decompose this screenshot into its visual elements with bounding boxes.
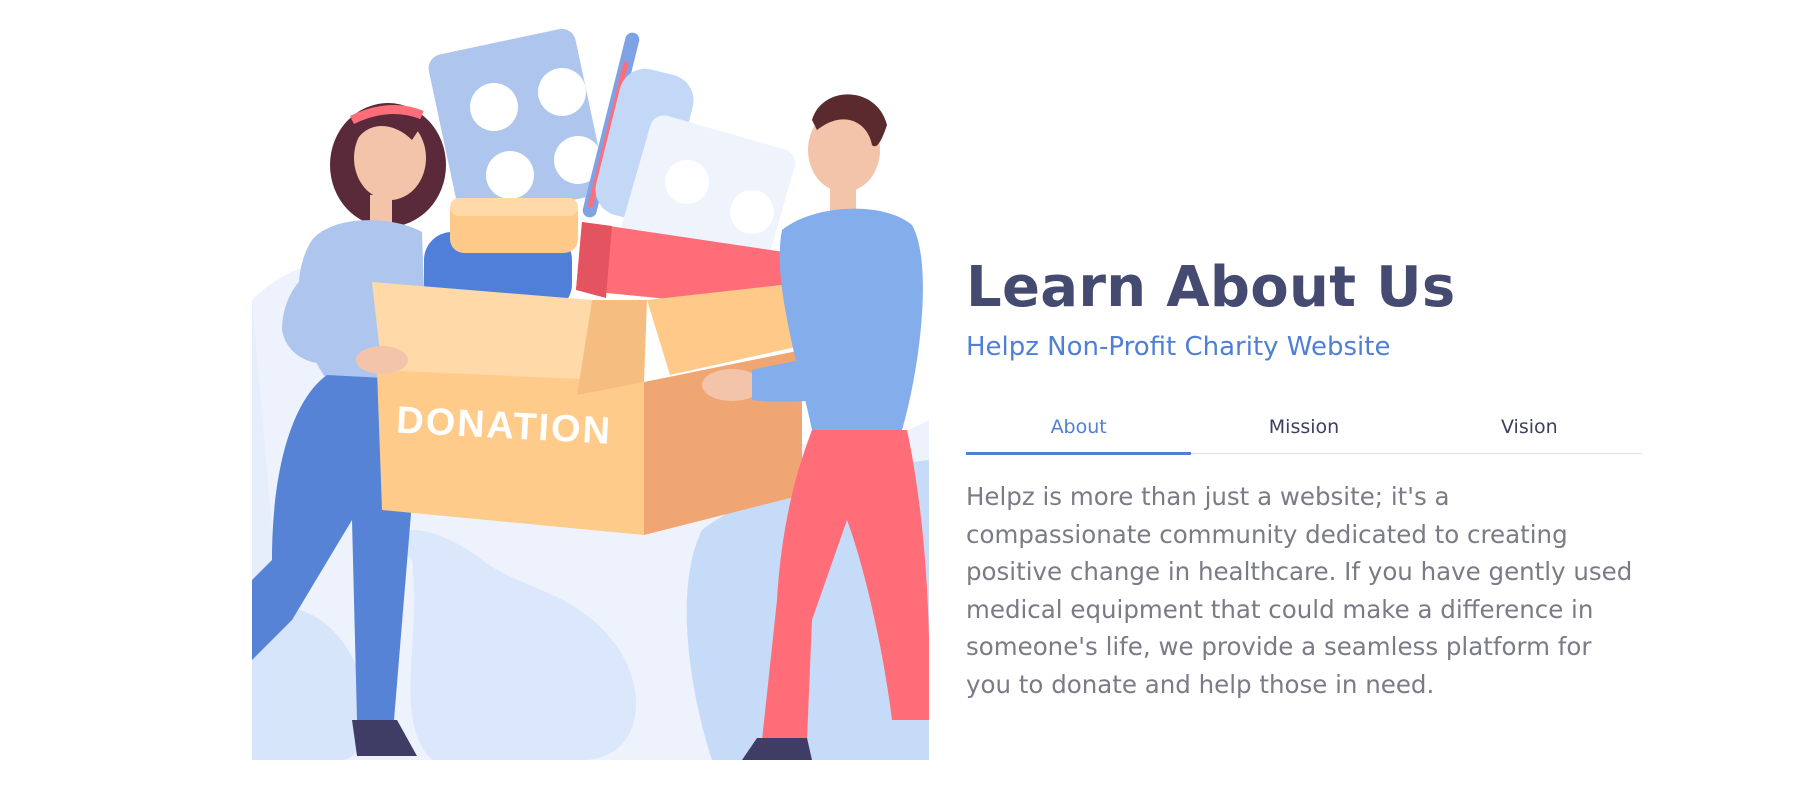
tab-bar: About Mission Vision: [966, 406, 1642, 455]
tab-about[interactable]: About: [966, 406, 1192, 455]
donation-illustration-svg: DONATION: [252, 28, 929, 760]
page-title: Learn About Us: [966, 255, 1456, 320]
about-description: Helpz is more than just a website; it's …: [966, 482, 1633, 699]
about-section: Learn About Us Helpz Non-Profit Charity …: [966, 254, 1642, 704]
tab-mission[interactable]: Mission: [1191, 406, 1416, 453]
page-subtitle: Helpz Non-Profit Charity Website: [966, 332, 1391, 362]
donation-illustration: DONATION: [252, 0, 929, 760]
tab-vision[interactable]: Vision: [1417, 406, 1642, 453]
